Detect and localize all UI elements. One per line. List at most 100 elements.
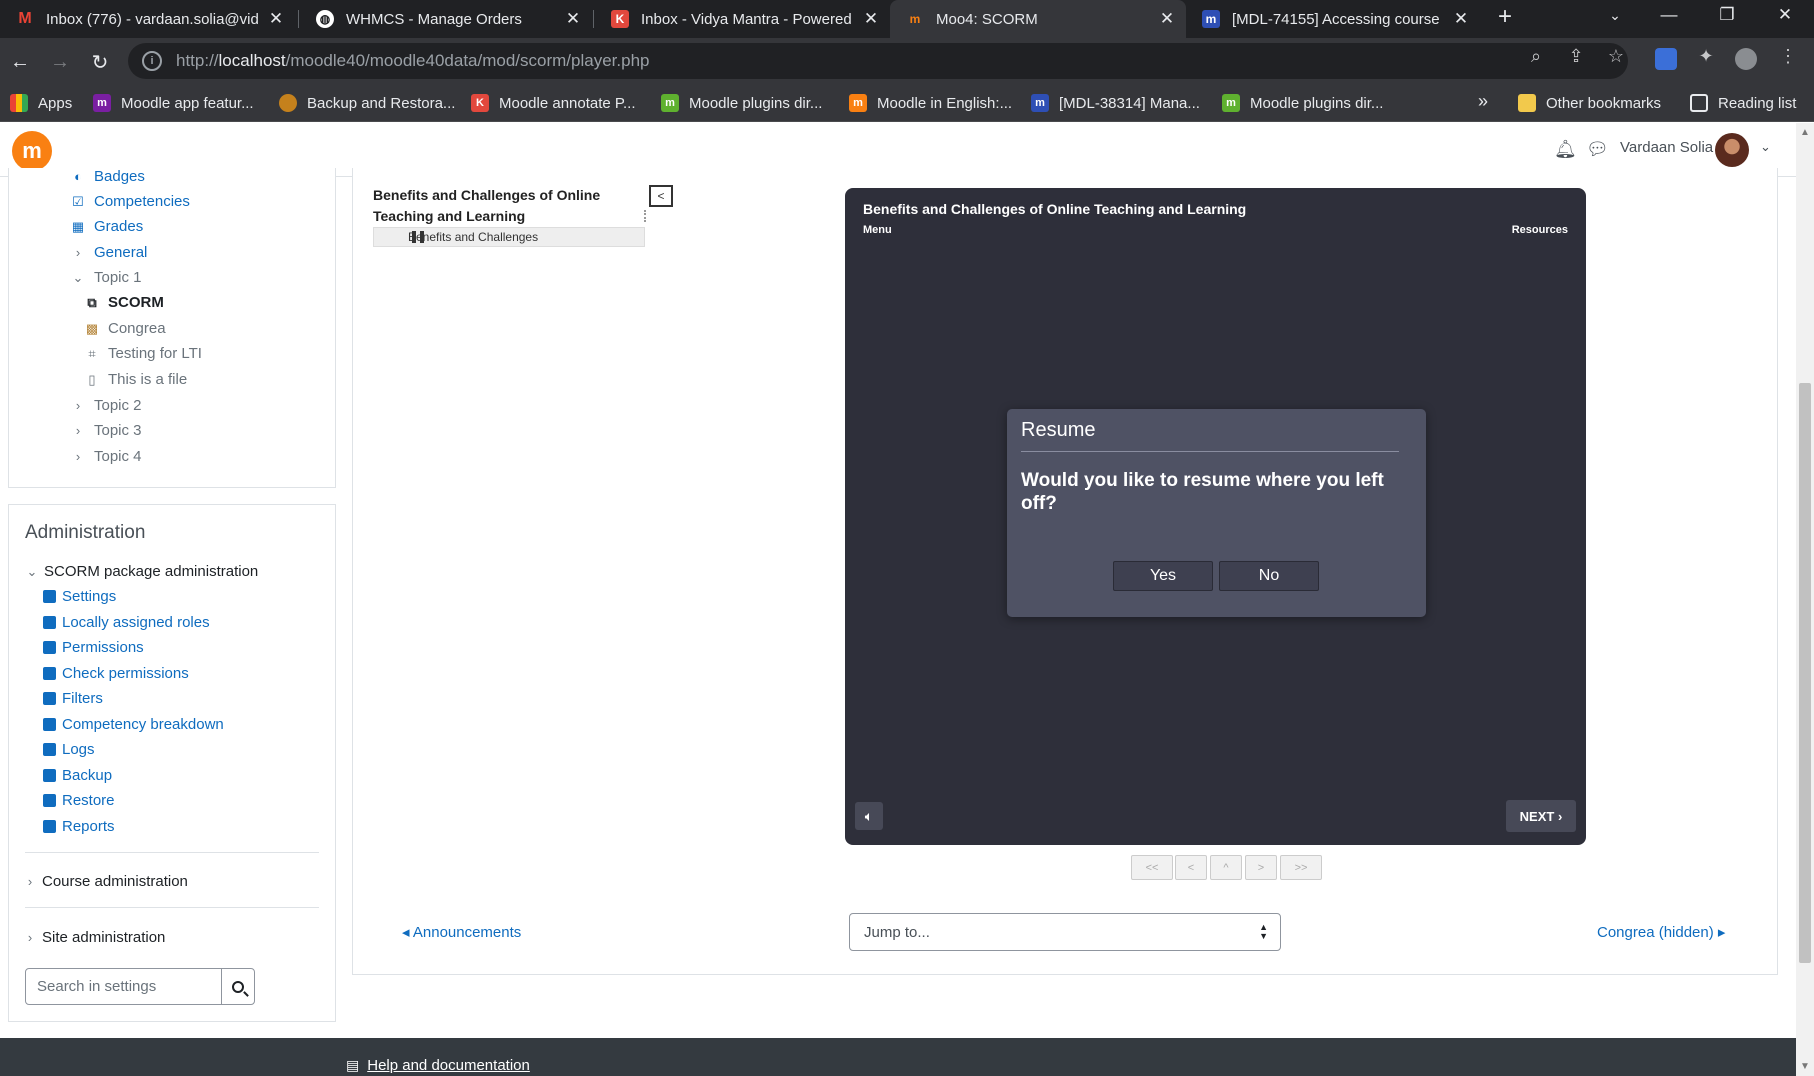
- extensions-puzzle-icon[interactable]: ✦: [1695, 46, 1717, 67]
- page-scrollbar[interactable]: ▲ ▼: [1796, 123, 1814, 1076]
- other-bookmarks[interactable]: Other bookmarks: [1518, 94, 1661, 112]
- next-button[interactable]: NEXT ›: [1506, 800, 1576, 832]
- scorm-package-administration[interactable]: ⌄ SCORM package administration: [26, 563, 259, 580]
- next-activity-link[interactable]: Congrea (hidden) ▸: [1597, 923, 1725, 941]
- profile-avatar-icon[interactable]: [1735, 48, 1757, 70]
- browser-tab-vidya-inbox[interactable]: K Inbox - Vidya Mantra - Powered ✕: [595, 0, 890, 38]
- moodle-plugins-icon: m: [1222, 94, 1240, 112]
- nav-item-grades[interactable]: ▦ Grades: [70, 218, 143, 235]
- bookmark-star-icon[interactable]: ☆: [1605, 46, 1627, 67]
- messages-icon[interactable]: 💬︎: [1586, 139, 1609, 160]
- nav-item-topic-1[interactable]: ⌄ Topic 1: [70, 269, 142, 286]
- reading-list[interactable]: Reading list: [1690, 94, 1796, 112]
- admin-item-backup[interactable]: Backup: [43, 767, 112, 784]
- browser-tab-whmcs[interactable]: ◍ WHMCS - Manage Orders ✕: [300, 0, 592, 38]
- moodle-logo[interactable]: m: [12, 131, 52, 171]
- scorm-nav-first[interactable]: <<: [1131, 855, 1173, 880]
- site-administration[interactable]: › Site administration: [24, 929, 166, 946]
- restore-icon: [43, 794, 56, 807]
- scorm-player[interactable]: Benefits and Challenges of Online Teachi…: [845, 188, 1586, 845]
- nav-item-congrea[interactable]: ▩ Congrea: [84, 320, 166, 337]
- notifications-bell-icon[interactable]: 🔔︎: [1554, 139, 1577, 160]
- menu-dots-icon[interactable]: ⋮: [1777, 46, 1799, 67]
- nav-item-general[interactable]: › General: [70, 244, 148, 261]
- scorm-nav-next[interactable]: >: [1245, 855, 1277, 880]
- close-tab-icon[interactable]: ✕: [862, 9, 880, 29]
- scorm-nav-up[interactable]: ^: [1210, 855, 1242, 880]
- user-name[interactable]: Vardaan Solia: [1620, 139, 1713, 156]
- nav-item-topic-2[interactable]: › Topic 2: [70, 397, 142, 414]
- toc-resize-handle[interactable]: [644, 210, 648, 222]
- scorm-nav-previous[interactable]: <: [1175, 855, 1207, 880]
- admin-item-locally-assigned-roles[interactable]: Locally assigned roles: [43, 614, 210, 631]
- bookmark-item[interactable]: m [MDL-38314] Mana...: [1031, 94, 1200, 112]
- nav-item-topic-3[interactable]: › Topic 3: [70, 422, 142, 439]
- backup-icon: [279, 94, 297, 112]
- zoom-icon[interactable]: ⌕: [1525, 46, 1547, 67]
- admin-item-filters[interactable]: Filters: [43, 690, 103, 707]
- scorm-nav-last[interactable]: >>: [1280, 855, 1322, 880]
- chevron-down-icon[interactable]: ⌄: [1760, 139, 1771, 155]
- toc-collapse-button[interactable]: <: [649, 185, 673, 207]
- share-icon[interactable]: ⇪: [1565, 46, 1587, 67]
- scorm-toc-item[interactable]: Benefits and Challenges: [373, 227, 645, 247]
- bookmarks-bar: Apps m Moodle app featur... Backup and R…: [0, 86, 1814, 122]
- avatar[interactable]: [1715, 133, 1749, 167]
- nav-item-competencies[interactable]: ☑ Competencies: [70, 193, 190, 210]
- bookmark-item[interactable]: m Moodle in English:...: [849, 94, 1012, 112]
- help-documentation-link[interactable]: ▤ Help and documentation: [346, 1057, 530, 1074]
- browser-tab-moodle-scorm[interactable]: m Moo4: SCORM ✕: [890, 0, 1186, 38]
- new-tab-button[interactable]: +: [1482, 2, 1528, 32]
- tab-search-icon[interactable]: ⌄: [1592, 0, 1638, 30]
- nav-item-lti[interactable]: ⌗ Testing for LTI: [84, 345, 202, 362]
- chevron-down-icon: ⌄: [72, 269, 84, 285]
- browser-tab-mdl-74155[interactable]: m [MDL-74155] Accessing course a ✕: [1186, 0, 1480, 38]
- browser-tab-gmail[interactable]: M Inbox (776) - vardaan.solia@vidy ✕: [0, 0, 295, 38]
- admin-item-check-permissions[interactable]: Check permissions: [43, 665, 189, 682]
- volume-icon[interactable]: 🔈︎: [855, 802, 883, 830]
- jump-to-select[interactable]: Jump to... ▲ ▼: [849, 913, 1281, 951]
- close-window-button[interactable]: ✕: [1762, 0, 1808, 30]
- settings-search-button[interactable]: [221, 968, 255, 1005]
- reload-icon[interactable]: ↻: [86, 48, 114, 76]
- yes-button[interactable]: Yes: [1113, 561, 1213, 591]
- previous-activity-link[interactable]: ◂ Announcements: [402, 923, 521, 941]
- bookmark-apps[interactable]: Apps: [10, 94, 72, 112]
- back-arrow-icon[interactable]: ←: [6, 48, 34, 76]
- lti-icon: ⌗: [88, 345, 96, 361]
- admin-item-reports[interactable]: Reports: [43, 818, 115, 835]
- no-button[interactable]: No: [1219, 561, 1319, 591]
- restore-button[interactable]: ❐: [1704, 0, 1750, 30]
- bookmark-item[interactable]: m Moodle plugins dir...: [661, 94, 822, 112]
- admin-item-settings[interactable]: Settings: [43, 588, 116, 605]
- site-info-icon[interactable]: i: [142, 51, 162, 71]
- player-resources-link[interactable]: Resources: [1512, 224, 1568, 236]
- nav-item-badges[interactable]: ◐ Badges: [70, 168, 145, 185]
- close-tab-icon[interactable]: ✕: [267, 9, 285, 29]
- address-bar[interactable]: i http://localhost/moodle40/moodle40data…: [128, 43, 1628, 79]
- nav-item-topic-4[interactable]: › Topic 4: [70, 448, 142, 465]
- bookmark-item[interactable]: K Moodle annotate P...: [471, 94, 636, 112]
- more-bookmarks-icon[interactable]: »: [1478, 91, 1488, 112]
- course-administration[interactable]: › Course administration: [24, 873, 188, 890]
- forward-arrow-icon[interactable]: →: [46, 48, 74, 76]
- nav-item-scorm[interactable]: ⧉ SCORM: [84, 294, 164, 311]
- bookmark-item[interactable]: m Moodle plugins dir...: [1222, 94, 1383, 112]
- minimize-button[interactable]: —: [1646, 0, 1692, 30]
- admin-item-permissions[interactable]: Permissions: [43, 639, 144, 656]
- admin-item-competency-breakdown[interactable]: Competency breakdown: [43, 716, 224, 733]
- scrollbar-thumb[interactable]: [1799, 383, 1811, 963]
- settings-search-input[interactable]: Search in settings: [25, 968, 222, 1005]
- close-tab-icon[interactable]: ✕: [1452, 9, 1470, 29]
- close-tab-icon[interactable]: ✕: [564, 9, 582, 29]
- close-tab-icon[interactable]: ✕: [1158, 9, 1176, 29]
- player-menu-link[interactable]: Menu: [863, 224, 892, 236]
- bookmark-item[interactable]: m Moodle app featur...: [93, 94, 254, 112]
- admin-item-restore[interactable]: Restore: [43, 792, 115, 809]
- scroll-up-arrow-icon[interactable]: ▲: [1800, 127, 1810, 138]
- extension-icon[interactable]: [1655, 48, 1677, 70]
- nav-item-file[interactable]: ▯ This is a file: [84, 371, 187, 388]
- admin-item-logs[interactable]: Logs: [43, 741, 95, 758]
- bookmark-item[interactable]: Backup and Restora...: [279, 94, 455, 112]
- scroll-down-arrow-icon[interactable]: ▼: [1800, 1061, 1810, 1072]
